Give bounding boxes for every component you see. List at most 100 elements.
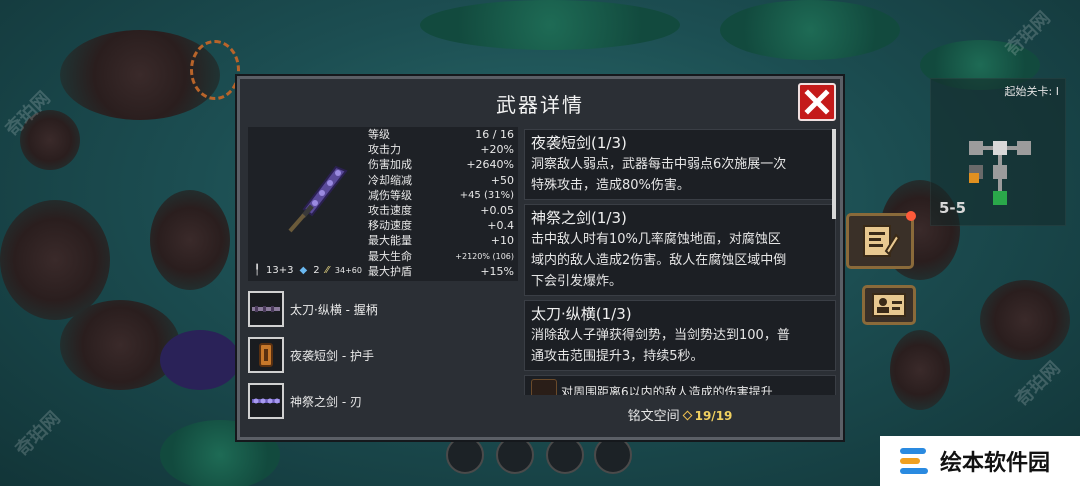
rune-icon: [531, 379, 557, 395]
slash-icon: ⁄⁄: [325, 265, 329, 276]
weapon-panel: ╿ 13+3 ◆ 2 ⁄⁄ 34+60 等级 16 / 16 攻击力 +20% 伤害…: [248, 127, 518, 281]
stat-row: 伤害加成 +2640%: [368, 157, 514, 172]
minimap-title: 起始关卡: I: [1004, 85, 1059, 98]
stat-label: 移动速度: [368, 219, 412, 233]
effect-title: 太刀·纵横(1/3): [531, 305, 632, 323]
watermark-text: 绘本软件园: [940, 451, 1051, 476]
rune-effect-card: 对周围距离6以内的敌人造成的伤害提升 5%: [524, 375, 836, 395]
notification-dot: [906, 211, 916, 221]
effect-card: 太刀·纵横(1/3) 消除敌人子弹获得剑势，当剑势达到100，普 通攻击范围提升…: [524, 300, 836, 371]
stat-label: 冷却缩减: [368, 173, 412, 187]
rune-space-count: 19/19: [694, 409, 733, 423]
stat-row: 最大生命 +2120% (106): [368, 249, 514, 264]
effect-list[interactable]: 夜袭短剑(1/3) 洞察敌人弱点，武器每击中弱点6次施展一次 特殊攻击，造成80…: [524, 129, 836, 395]
mini-stat-b: 2: [313, 265, 320, 276]
bush: [60, 300, 180, 390]
map-room: [993, 141, 1007, 155]
rune-space-label: 铭文空间: [627, 409, 680, 424]
effect-desc-line: 击中敌人时有10%几率腐蚀地面，对腐蚀区: [531, 232, 781, 247]
effect-desc-line: 通攻击范围提升3，持续5秒。: [531, 349, 704, 364]
profile-button[interactable]: [862, 285, 916, 325]
effect-title: 神祭之剑(1/3): [531, 209, 627, 227]
ground-marker: [190, 40, 240, 100]
level-indicator: 5-5: [939, 199, 967, 217]
stat-label: 最大生命: [368, 249, 412, 263]
close-icon: [804, 89, 830, 115]
bush: [150, 190, 230, 290]
rune-space: 铭文空间 19/19: [524, 405, 836, 424]
part-row[interactable]: 夜袭短剑 - 护手: [248, 335, 518, 375]
dialog-title: 武器详情: [496, 93, 584, 117]
rune-effect-text: 对周围距离6以内的敌人造成的伤害提升: [561, 385, 773, 395]
effect-card: 神祭之剑(1/3) 击中敌人时有10%几率腐蚀地面，对腐蚀区 域内的敌人造成2伤…: [524, 204, 836, 296]
stat-value: +10: [490, 234, 514, 248]
effect-card: 夜袭短剑(1/3) 洞察敌人弱点，武器每击中弱点6次施展一次 特殊攻击，造成80…: [524, 129, 836, 200]
part-label: 夜袭短剑 - 护手: [290, 348, 374, 363]
stat-value: +15%: [480, 264, 514, 278]
watermark-logo: 绘本软件园: [880, 436, 1080, 486]
foliage: [420, 0, 680, 50]
map-corridor: [983, 146, 993, 150]
effect-desc-line: 特殊攻击，造成80%伤害。: [531, 178, 690, 193]
stat-value: +0.05: [480, 204, 514, 218]
task-button[interactable]: [846, 211, 916, 269]
effect-desc-line: 域内的敌人造成2伤害。敌人在腐蚀区域中倒: [531, 253, 787, 268]
stat-row: 减伤等级 +45 (31%): [368, 188, 514, 203]
mini-stat-c: 34+60: [334, 266, 362, 275]
blade-icon: [248, 383, 284, 419]
stat-value: 16 / 16: [475, 128, 514, 141]
stat-label: 最大护盾: [368, 264, 412, 278]
minimap[interactable]: 起始关卡: I 5-5: [930, 78, 1066, 226]
diamond-icon: [682, 410, 693, 421]
skill-slot-4[interactable]: [594, 436, 632, 474]
effect-desc-line: 消除敌人子弹获得剑势，当剑势达到100，普: [531, 328, 790, 343]
stat-row: 最大护盾 +15%: [368, 264, 514, 279]
foliage: [720, 0, 900, 60]
stat-value: +0.4: [487, 219, 514, 233]
map-room-current: [993, 191, 1007, 205]
rune-effect: 对周围距离6以内的敌人造成的伤害提升: [531, 379, 829, 395]
map-corridor: [998, 179, 1002, 191]
bush: [890, 330, 950, 410]
effect-title: 夜袭短剑(1/3): [531, 134, 627, 152]
map-corridor: [1007, 146, 1017, 150]
guard-icon: [248, 337, 284, 373]
stat-list: 等级 16 / 16 攻击力 +20% 伤害加成 +2640% 冷却缩减 +50 减伤等…: [368, 127, 514, 279]
map-corridor: [998, 155, 1002, 165]
id-card-icon: [872, 293, 906, 317]
stat-value: +2120% (106): [455, 251, 514, 261]
stat-label: 攻击力: [368, 143, 401, 157]
stat-label: 等级: [368, 128, 390, 141]
stat-label: 减伤等级: [368, 188, 412, 202]
stat-value: +45 (31%): [459, 189, 514, 201]
map-room: [969, 141, 983, 155]
stat-label: 最大能量: [368, 234, 412, 248]
crystal-icon: ◆: [299, 265, 308, 276]
creature: [160, 330, 240, 390]
logo-icon: [900, 448, 928, 474]
part-row[interactable]: 神祭之剑 - 刃: [248, 381, 518, 421]
close-button[interactable]: [798, 83, 836, 121]
sword-icon: [288, 165, 348, 233]
stat-row: 移动速度 +0.4: [368, 218, 514, 233]
skill-slot-3[interactable]: [546, 436, 584, 474]
skill-slot-2[interactable]: [496, 436, 534, 474]
map-room: [1017, 141, 1031, 155]
part-label: 太刀·纵横 - 握柄: [290, 302, 378, 317]
stat-label: 攻击速度: [368, 204, 412, 218]
stat-row: 等级 16 / 16: [368, 127, 514, 142]
skill-slot-1[interactable]: [446, 436, 484, 474]
bush: [0, 200, 110, 320]
notes-icon: [863, 225, 900, 257]
map-room: [969, 173, 979, 183]
attack-icon: ╿: [254, 265, 261, 276]
weapon-mini-stats: ╿ 13+3 ◆ 2 ⁄⁄ 34+60: [254, 265, 362, 276]
mini-stat-a: 13+3: [266, 265, 294, 276]
part-row[interactable]: 太刀·纵横 - 握柄: [248, 289, 518, 329]
stat-value: +2640%: [466, 158, 514, 172]
stat-row: 攻击力 +20%: [368, 142, 514, 157]
stat-value: +50: [490, 173, 514, 187]
scrollbar[interactable]: [832, 129, 836, 219]
part-label: 神祭之剑 - 刃: [290, 394, 362, 409]
map-room: [993, 165, 1007, 179]
